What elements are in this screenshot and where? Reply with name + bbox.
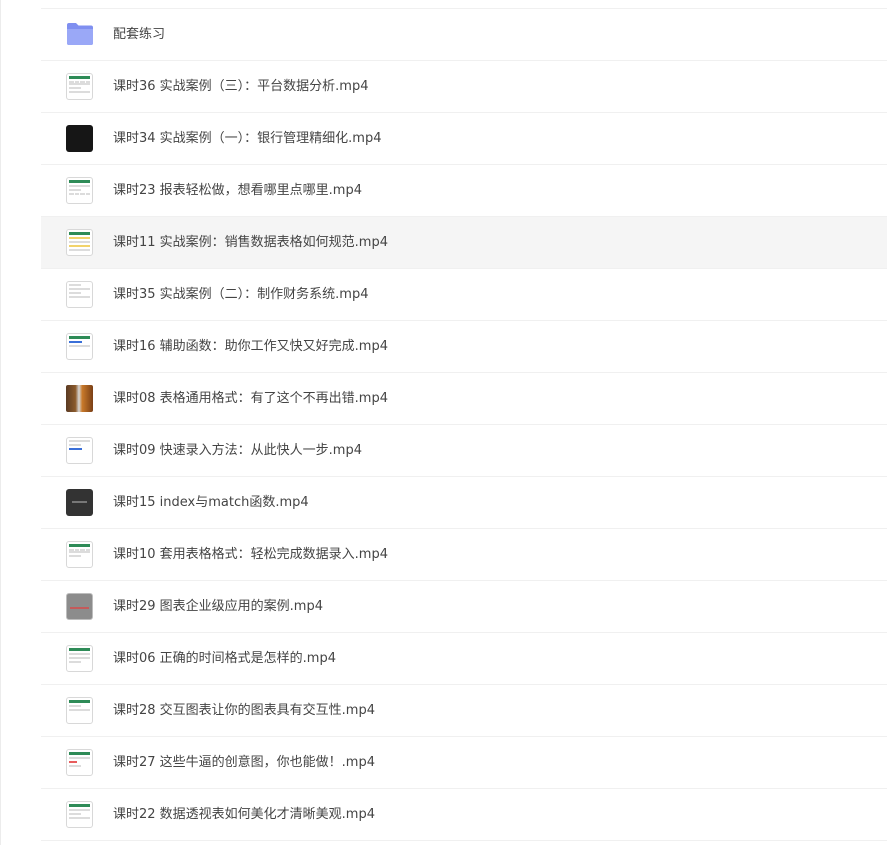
spreadsheet-thumbnail-icon bbox=[66, 697, 93, 724]
list-item-file-hovered[interactable]: 课时11 实战案例：销售数据表格如何规范.mp4 bbox=[41, 217, 887, 269]
list-item-file[interactable]: 课时10 套用表格格式：轻松完成数据录入.mp4 bbox=[41, 529, 887, 581]
spreadsheet-thumbnail-icon bbox=[66, 229, 93, 256]
spreadsheet-thumbnail-icon bbox=[66, 541, 93, 568]
file-name: 课时34 实战案例（一）：银行管理精细化.mp4 bbox=[113, 131, 382, 146]
file-name: 课时11 实战案例：销售数据表格如何规范.mp4 bbox=[113, 235, 388, 250]
list-item-file[interactable]: 课时28 交互图表让你的图表具有交互性.mp4 bbox=[41, 685, 887, 737]
file-name: 课时22 数据透视表如何美化才清晰美观.mp4 bbox=[113, 807, 375, 822]
list-item-file[interactable]: 课时36 实战案例（三）：平台数据分析.mp4 bbox=[41, 61, 887, 113]
file-name: 课时36 实战案例（三）：平台数据分析.mp4 bbox=[113, 79, 369, 94]
spreadsheet-thumbnail-icon bbox=[66, 177, 93, 204]
file-name: 课时29 图表企业级应用的案例.mp4 bbox=[113, 599, 323, 614]
spreadsheet-thumbnail-icon bbox=[66, 801, 93, 828]
dark-video-thumbnail-icon bbox=[66, 125, 93, 152]
list-item-file[interactable]: 课时06 正确的时间格式是怎样的.mp4 bbox=[41, 633, 887, 685]
chart-thumbnail-icon bbox=[66, 593, 93, 620]
list-item-file[interactable]: 课时08 表格通用格式：有了这个不再出错.mp4 bbox=[41, 373, 887, 425]
list-item-file[interactable]: 课时27 这些牛逼的创意图，你也能做！.mp4 bbox=[41, 737, 887, 789]
list-item-file[interactable]: 课时16 辅助函数：助你工作又快又好完成.mp4 bbox=[41, 321, 887, 373]
list-item-file[interactable]: 课时15 index与match函数.mp4 bbox=[41, 477, 887, 529]
folder-icon bbox=[66, 21, 93, 48]
file-name: 课时27 这些牛逼的创意图，你也能做！.mp4 bbox=[113, 755, 375, 770]
list-item-file[interactable]: 课时34 实战案例（一）：银行管理精细化.mp4 bbox=[41, 113, 887, 165]
photo-thumbnail-icon bbox=[66, 385, 93, 412]
file-name: 课时16 辅助函数：助你工作又快又好完成.mp4 bbox=[113, 339, 388, 354]
list-item-file[interactable]: 课时35 实战案例（二）：制作财务系统.mp4 bbox=[41, 269, 887, 321]
list-item-file[interactable]: 课时29 图表企业级应用的案例.mp4 bbox=[41, 581, 887, 633]
file-list: 配套练习 课时36 实战案例（三）：平台数据分析.mp4 课时34 实战案例（一… bbox=[41, 8, 887, 841]
spreadsheet-thumbnail-icon bbox=[66, 645, 93, 672]
list-item-file[interactable]: 课时09 快速录入方法：从此快人一步.mp4 bbox=[41, 425, 887, 477]
file-name: 课时09 快速录入方法：从此快人一步.mp4 bbox=[113, 443, 362, 458]
spreadsheet-thumbnail-icon bbox=[66, 749, 93, 776]
file-name: 课时08 表格通用格式：有了这个不再出错.mp4 bbox=[113, 391, 388, 406]
spreadsheet-thumbnail-icon bbox=[66, 437, 93, 464]
file-name: 课时23 报表轻松做，想看哪里点哪里.mp4 bbox=[113, 183, 362, 198]
spreadsheet-thumbnail-icon bbox=[66, 73, 93, 100]
file-name: 课时28 交互图表让你的图表具有交互性.mp4 bbox=[113, 703, 375, 718]
file-name: 课时15 index与match函数.mp4 bbox=[113, 495, 309, 510]
list-item-file[interactable]: 课时22 数据透视表如何美化才清晰美观.mp4 bbox=[41, 789, 887, 841]
spreadsheet-thumbnail-icon bbox=[66, 281, 93, 308]
list-item-folder[interactable]: 配套练习 bbox=[41, 9, 887, 61]
file-list-page: 配套练习 课时36 实战案例（三）：平台数据分析.mp4 课时34 实战案例（一… bbox=[0, 0, 887, 845]
file-name: 配套练习 bbox=[113, 27, 166, 42]
list-item-file[interactable]: 课时23 报表轻松做，想看哪里点哪里.mp4 bbox=[41, 165, 887, 217]
file-name: 课时10 套用表格格式：轻松完成数据录入.mp4 bbox=[113, 547, 388, 562]
file-name: 课时06 正确的时间格式是怎样的.mp4 bbox=[113, 651, 336, 666]
dark-video-thumbnail-icon bbox=[66, 489, 93, 516]
file-name: 课时35 实战案例（二）：制作财务系统.mp4 bbox=[113, 287, 369, 302]
left-border bbox=[0, 0, 1, 845]
spreadsheet-thumbnail-icon bbox=[66, 333, 93, 360]
